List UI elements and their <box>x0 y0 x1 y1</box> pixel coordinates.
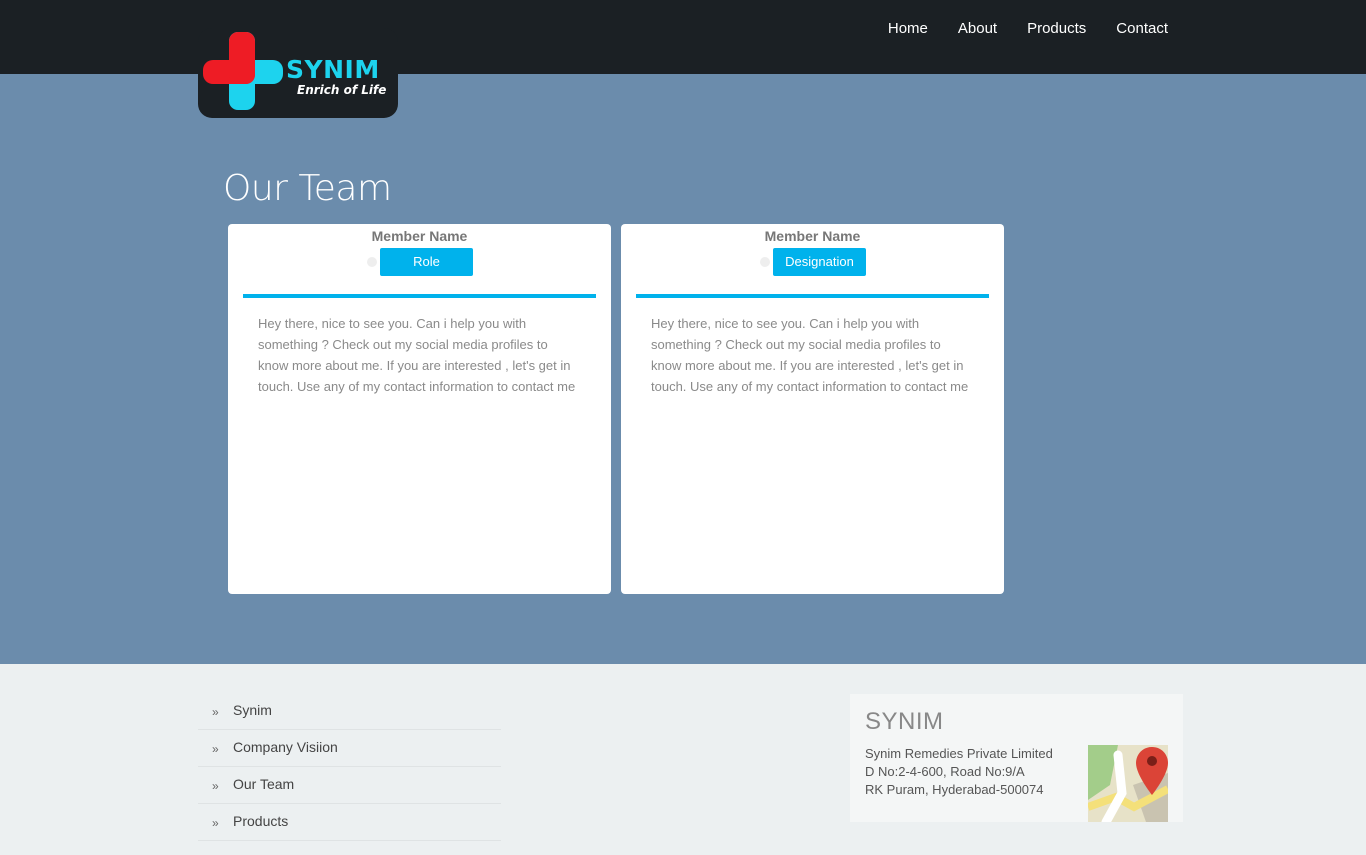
chevron-double-right-icon: » <box>212 742 219 756</box>
footer-links: » Synim » Company Visiion » Our Team » P… <box>198 693 501 841</box>
contact-info-box: SYNIM Synim Remedies Private Limited D N… <box>850 694 1183 822</box>
footer: » Synim » Company Visiion » Our Team » P… <box>0 664 1366 855</box>
address-line: RK Puram, Hyderabad-500074 <box>865 782 1044 797</box>
google-maps-icon[interactable] <box>1088 745 1168 822</box>
nav-about-link[interactable]: About <box>958 20 997 38</box>
footer-link-label[interactable]: Company Visiion <box>233 739 338 755</box>
brand-tagline: Enrich of Life <box>297 83 387 97</box>
chevron-double-right-icon: » <box>212 816 219 830</box>
footer-link-our-team[interactable]: » Our Team <box>198 767 501 804</box>
member-name: Member Name <box>764 228 861 244</box>
designation-badge[interactable]: Designation <box>773 248 866 276</box>
footer-link-synim[interactable]: » Synim <box>198 693 501 730</box>
status-dot <box>367 257 377 267</box>
brand-logo[interactable]: SYNIM Enrich of Life <box>198 28 398 118</box>
address-line: D No:2-4-600, Road No:9/A <box>865 764 1025 779</box>
role-badge[interactable]: Role <box>380 248 473 276</box>
page-title: Our Team <box>223 168 392 209</box>
footer-link-label[interactable]: Products <box>233 813 288 829</box>
footer-link-products[interactable]: » Products <box>198 804 501 841</box>
contact-brand: SYNIM <box>865 708 944 735</box>
nav-home-link[interactable]: Home <box>888 20 928 38</box>
card-divider <box>243 294 596 298</box>
status-dot <box>760 257 770 267</box>
chevron-double-right-icon: » <box>212 779 219 793</box>
nav-products-link[interactable]: Products <box>1027 20 1086 38</box>
contact-address: Synim Remedies Private Limited D No:2-4-… <box>865 745 1053 799</box>
team-member-card: Member Name Role Hey there, nice to see … <box>228 224 611 594</box>
team-member-card: Member Name Designation Hey there, nice … <box>621 224 1004 594</box>
brand-name: SYNIM <box>286 55 380 84</box>
member-name: Member Name <box>371 228 468 244</box>
card-divider <box>636 294 989 298</box>
footer-link-label[interactable]: Our Team <box>233 776 294 792</box>
member-bio: Hey there, nice to see you. Can i help y… <box>651 316 969 394</box>
address-line: Synim Remedies Private Limited <box>865 746 1053 761</box>
footer-link-company-vision[interactable]: » Company Visiion <box>198 730 501 767</box>
footer-link-label[interactable]: Synim <box>233 702 272 718</box>
nav-contact-link[interactable]: Contact <box>1116 20 1168 38</box>
chevron-double-right-icon: » <box>212 705 219 719</box>
main-nav: Home About Products Contact <box>888 20 1168 38</box>
member-bio: Hey there, nice to see you. Can i help y… <box>258 316 576 394</box>
